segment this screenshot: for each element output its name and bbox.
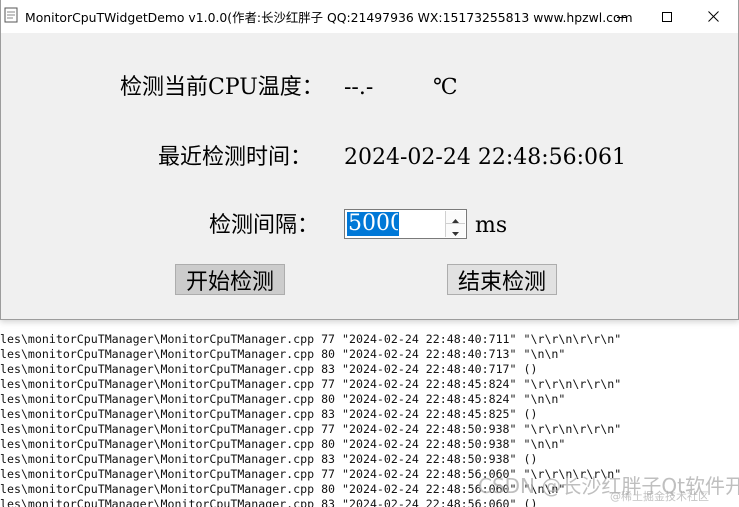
console-line: les\monitorCpuTManager\MonitorCpuTManage… bbox=[0, 392, 566, 406]
chevron-down-icon bbox=[452, 221, 459, 240]
cpu-temp-label: 检测当前CPU温度： bbox=[120, 75, 324, 100]
console-line: les\monitorCpuTManager\MonitorCpuTManage… bbox=[0, 332, 622, 346]
window-title: MonitorCpuTWidgetDemo v1.0.0(作者:长沙红胖子 QQ… bbox=[25, 10, 633, 25]
close-icon bbox=[707, 7, 719, 26]
console-line: les\monitorCpuTManager\MonitorCpuTManage… bbox=[0, 407, 538, 421]
last-check-time-value: 2024-02-24 22:48:56:061 bbox=[344, 145, 627, 170]
minimize-icon bbox=[617, 7, 627, 26]
cpu-temp-unit: ℃ bbox=[433, 75, 458, 100]
minimize-button[interactable] bbox=[599, 0, 645, 33]
maximize-icon bbox=[662, 7, 672, 26]
console-line: les\monitorCpuTManager\MonitorCpuTManage… bbox=[0, 452, 538, 466]
spin-down-button[interactable] bbox=[445, 224, 465, 237]
console-line: les\monitorCpuTManager\MonitorCpuTManage… bbox=[0, 437, 566, 451]
console-line: les\monitorCpuTManager\MonitorCpuTManage… bbox=[0, 347, 566, 361]
close-button[interactable] bbox=[690, 0, 736, 33]
console-line: les\monitorCpuTManager\MonitorCpuTManage… bbox=[0, 422, 622, 436]
interval-spinbox[interactable] bbox=[344, 209, 467, 239]
interval-input[interactable] bbox=[347, 212, 399, 236]
start-detect-button[interactable]: 开始检测 bbox=[175, 264, 285, 295]
stop-detect-button[interactable]: 结束检测 bbox=[447, 264, 557, 295]
interval-unit: ms bbox=[475, 213, 508, 238]
last-check-time-label: 最近检测时间： bbox=[158, 145, 313, 170]
watermark-small-text: @稀土掘金技术社区 bbox=[610, 490, 709, 503]
app-icon bbox=[4, 7, 18, 23]
interval-label: 检测间隔： bbox=[209, 213, 320, 238]
console-line: les\monitorCpuTManager\MonitorCpuTManage… bbox=[0, 377, 622, 391]
title-bar[interactable]: MonitorCpuTWidgetDemo v1.0.0(作者:长沙红胖子 QQ… bbox=[1, 0, 738, 33]
app-window: MonitorCpuTWidgetDemo v1.0.0(作者:长沙红胖子 QQ… bbox=[0, 0, 739, 320]
maximize-button[interactable] bbox=[644, 0, 690, 33]
cpu-temp-value: --.- bbox=[344, 75, 374, 100]
console-line: les\monitorCpuTManager\MonitorCpuTManage… bbox=[0, 362, 538, 376]
